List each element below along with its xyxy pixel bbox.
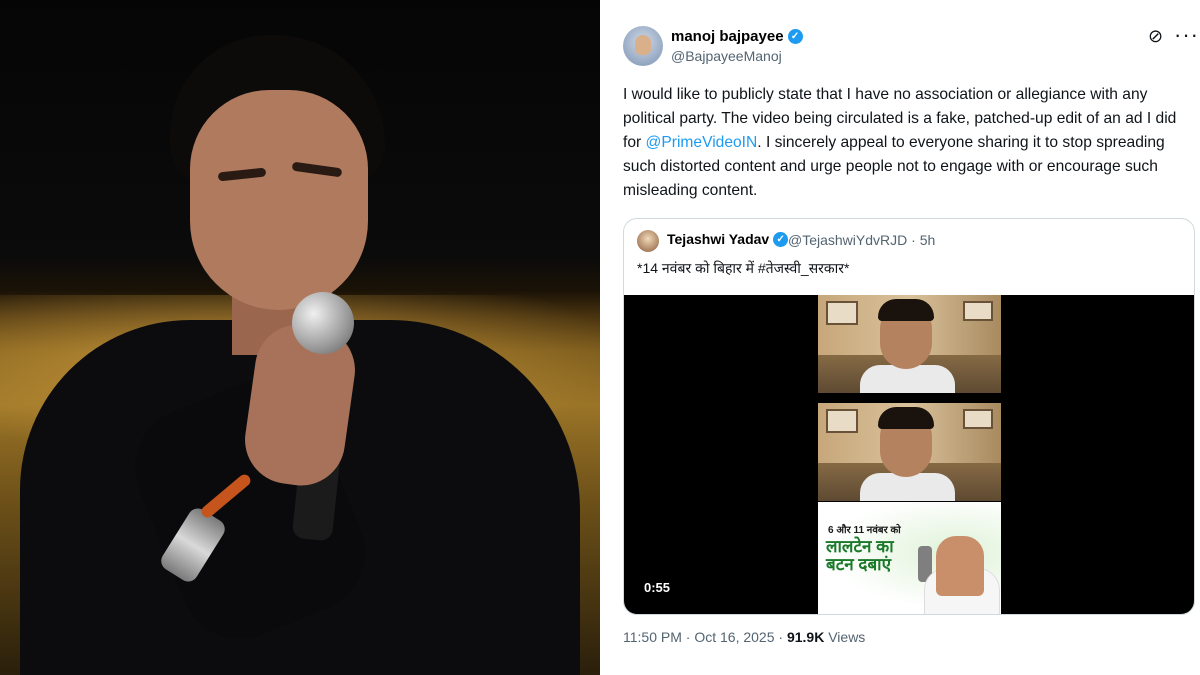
video-duration: 0:55 bbox=[644, 580, 671, 595]
quoted-author-avatar[interactable] bbox=[637, 230, 659, 252]
tweet-body: I would like to publicly state that I ha… bbox=[623, 83, 1188, 203]
poster-line-1: 6 और 11 नवंबर को bbox=[828, 525, 901, 536]
mention-link[interactable]: @PrimeVideoIN bbox=[646, 134, 758, 151]
quoted-tweet[interactable]: Tejashwi Yadav ✓ @TejashwiYdvRJD · 5h *1… bbox=[623, 218, 1195, 615]
more-options-icon[interactable]: ··· bbox=[1174, 22, 1199, 48]
verified-badge-icon: ✓ bbox=[787, 29, 803, 44]
author-handle[interactable]: @BajpayeeManoj bbox=[671, 48, 782, 64]
tweet-date[interactable]: Oct 16, 2025 bbox=[694, 629, 774, 645]
avatar-figure bbox=[635, 35, 651, 55]
hair bbox=[878, 407, 934, 429]
wall-picture bbox=[963, 301, 993, 321]
quoted-author-handle: @TejashwiYdvRJD · 5h bbox=[788, 232, 936, 248]
wall-picture bbox=[826, 409, 858, 433]
quoted-author-name[interactable]: Tejashwi Yadav ✓ bbox=[667, 231, 789, 247]
verified-badge-icon: ✓ bbox=[773, 231, 789, 247]
hair bbox=[878, 299, 934, 321]
poster-line-2: लालटेन का बटन दबाएं bbox=[826, 537, 894, 574]
composite-image: manoj bajpayee ✓ @BajpayeeManoj ⊘ ··· I … bbox=[0, 0, 1200, 675]
wall-picture bbox=[963, 409, 993, 429]
author-avatar[interactable] bbox=[623, 26, 663, 66]
author-name-text[interactable]: manoj bajpayee bbox=[671, 28, 784, 45]
quoted-author-name-text[interactable]: Tejashwi Yadav bbox=[667, 231, 769, 247]
wall-picture bbox=[826, 301, 858, 325]
poster-figure-face bbox=[936, 536, 984, 596]
video-player[interactable]: 6 और 11 नवंबर को लालटेन का बटन दबाएं 0:5… bbox=[624, 295, 1194, 614]
views-label: Views bbox=[828, 629, 866, 645]
tweet-meta: 11:50 PM · Oct 16, 2025 · 91.9K Views bbox=[623, 629, 866, 645]
quoted-text: *14 नवंबर को बिहार में #तेजस्वी_सरकार* bbox=[637, 260, 850, 276]
grok-icon[interactable]: ⊘ bbox=[1148, 26, 1163, 47]
shirt bbox=[860, 365, 955, 393]
video-frame-1 bbox=[818, 295, 1001, 393]
face bbox=[190, 90, 368, 310]
author-name[interactable]: manoj bajpayee ✓ bbox=[671, 28, 803, 45]
microphone-icon bbox=[292, 292, 354, 354]
views-count: 91.9K bbox=[786, 629, 825, 645]
video-frame-3-poster: 6 और 11 नवंबर को लालटेन का बटन दबाएं bbox=[818, 502, 1001, 614]
speaker-photo bbox=[0, 0, 600, 675]
shirt bbox=[860, 473, 955, 501]
tweet-time[interactable]: 11:50 PM bbox=[623, 629, 682, 645]
video-frame-2 bbox=[818, 403, 1001, 501]
